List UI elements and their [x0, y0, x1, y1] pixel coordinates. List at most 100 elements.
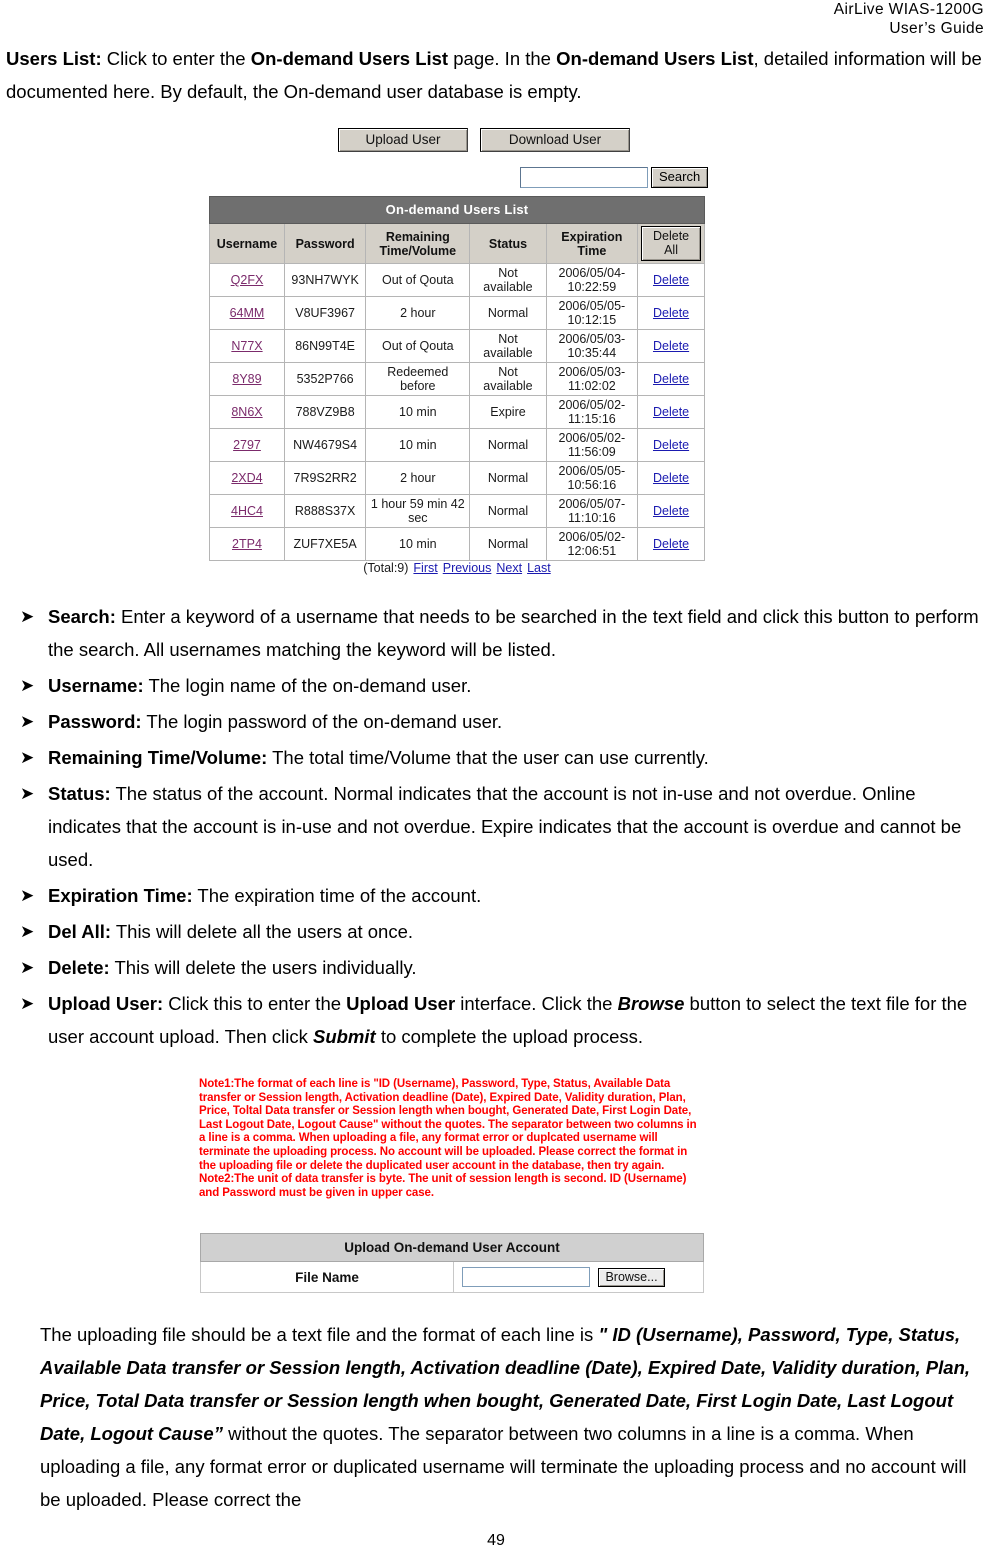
delete-link[interactable]: Delete: [653, 273, 689, 287]
feature-bullet-list: ➤ Search: Enter a keyword of a username …: [6, 600, 986, 1056]
intro-paragraph: Users List: Click to enter the On-demand…: [6, 42, 986, 108]
expiration-date: 2006/05/02-: [558, 398, 626, 412]
upload-user-screenshot: Note1:The format of each line is "ID (Us…: [0, 1078, 992, 1303]
cell-password: R888S37X: [283, 494, 367, 528]
cell-expiration-time: 2006/05/05- 10:12:15: [545, 296, 639, 330]
total-count: (Total:9): [363, 561, 409, 575]
table-row: 64MM V8UF3967 2 hour Normal 2006/05/05- 10:12…: [209, 296, 705, 330]
cell-password: 7R9S2RR2: [283, 461, 367, 495]
expiration-clock: 11:10:16: [568, 511, 616, 525]
cell-expiration-time: 2006/05/03- 10:35:44: [545, 329, 639, 363]
bullet-remaining-term: Remaining Time/Volume:: [48, 747, 268, 768]
table-title-row: On-demand Users List: [209, 196, 705, 224]
cell-status: Normal: [469, 428, 547, 462]
cell-password: V8UF3967: [283, 296, 367, 330]
cell-remaining: 10 min: [365, 395, 471, 429]
column-header-status: Status: [469, 223, 547, 264]
bullet-remaining-text: The total time/Volume that the user can …: [267, 747, 709, 768]
bullet-upload-text-2: interface. Click the: [455, 993, 618, 1014]
delete-link[interactable]: Delete: [653, 504, 689, 518]
expiration-date: 2006/05/02-: [558, 431, 626, 445]
cell-password: 86N99T4E: [283, 329, 367, 363]
delete-link[interactable]: Delete: [653, 306, 689, 320]
file-name-label: File Name: [200, 1261, 454, 1293]
column-header-password: Password: [283, 223, 367, 264]
cell-delete: Delete: [637, 263, 705, 297]
bullet-delete-term: Delete:: [48, 957, 110, 978]
bullet-search-text: Enter a keyword of a username that needs…: [48, 606, 979, 660]
username-link[interactable]: 8N6X: [231, 405, 262, 419]
bullet-upload-bold-1: Upload User: [346, 993, 456, 1014]
bullet-username-term: Username:: [48, 675, 144, 696]
bullet-delall-term: Del All:: [48, 921, 112, 942]
username-link[interactable]: 2XD4: [231, 471, 262, 485]
upload-account-panel: Upload On-demand User Account File Name …: [200, 1233, 704, 1293]
delete-all-button[interactable]: Delete All: [641, 226, 701, 261]
cell-status: Expire: [469, 395, 547, 429]
delete-link[interactable]: Delete: [653, 339, 689, 353]
upload-user-button[interactable]: Upload User: [338, 128, 468, 152]
bullet-del-all: ➤ Del All: This will delete all the user…: [6, 915, 986, 948]
file-name-row: File Name Browse...: [200, 1261, 704, 1293]
expiration-date: 2006/05/07-: [558, 497, 626, 511]
pager-last-link[interactable]: Last: [527, 561, 551, 575]
pager-next-link[interactable]: Next: [496, 561, 522, 575]
bullet-delete-text: This will delete the users individually.: [109, 957, 417, 978]
delete-link[interactable]: Delete: [653, 537, 689, 551]
bullet-search: ➤ Search: Enter a keyword of a username …: [6, 600, 986, 666]
bullet-arrow-icon: ➤: [20, 958, 35, 977]
column-header-username: Username: [209, 223, 285, 264]
cell-status: Not available: [469, 362, 547, 396]
browse-button[interactable]: Browse...: [598, 1267, 665, 1287]
intro-text-1: Click to enter the: [101, 48, 251, 69]
top-button-row: Upload User Download User: [338, 128, 630, 152]
download-user-button[interactable]: Download User: [480, 128, 630, 152]
expiration-clock: 11:02:02: [568, 379, 616, 393]
delete-link[interactable]: Delete: [653, 372, 689, 386]
pager-first-link[interactable]: First: [413, 561, 437, 575]
guide-label: User’s Guide: [889, 20, 984, 37]
bullet-username-text: The login name of the on-demand user.: [143, 675, 472, 696]
table-title: On-demand Users List: [209, 196, 705, 224]
cell-username: 4HC4: [209, 494, 285, 528]
bullet-arrow-icon: ➤: [20, 994, 35, 1013]
delete-link[interactable]: Delete: [653, 405, 689, 419]
table-row: 4HC4 R888S37X 1 hour 59 min 42 sec Normal 20…: [209, 494, 705, 528]
cell-status: Normal: [469, 296, 547, 330]
bullet-expiration-text: The expiration time of the account.: [192, 885, 482, 906]
cell-expiration-time: 2006/05/04- 10:22:59: [545, 263, 639, 297]
cell-expiration-time: 2006/05/03- 11:02:02: [545, 362, 639, 396]
search-row: Search: [520, 167, 709, 188]
cell-remaining: 2 hour: [365, 296, 471, 330]
column-header-remaining: Remaining Time/Volume: [365, 223, 471, 264]
username-link[interactable]: 8Y89: [232, 372, 261, 386]
expiration-clock: 10:22:59: [567, 280, 617, 294]
expiration-clock: 12:06:51: [567, 544, 617, 558]
file-name-input[interactable]: [462, 1267, 590, 1287]
cell-username: 2797: [209, 428, 285, 462]
search-button[interactable]: Search: [651, 167, 709, 188]
cell-expiration-time: 2006/05/02- 11:15:16: [545, 395, 639, 429]
expiration-clock: 11:56:09: [568, 445, 616, 459]
cell-delete: Delete: [637, 296, 705, 330]
username-link[interactable]: 2TP4: [232, 537, 262, 551]
cell-delete: Delete: [637, 428, 705, 462]
bullet-search-term: Search:: [48, 606, 116, 627]
cell-password: 93NH7WYK: [283, 263, 367, 297]
upload-panel-title-row: Upload On-demand User Account: [200, 1233, 704, 1262]
delete-link[interactable]: Delete: [653, 471, 689, 485]
username-link[interactable]: 64MM: [230, 306, 265, 320]
cell-remaining: Out of Qouta: [365, 329, 471, 363]
username-link[interactable]: Q2FX: [231, 273, 264, 287]
username-link[interactable]: 4HC4: [231, 504, 263, 518]
search-input[interactable]: [520, 167, 648, 188]
delete-link[interactable]: Delete: [653, 438, 689, 452]
cell-delete: Delete: [637, 527, 705, 561]
username-link[interactable]: 2797: [233, 438, 261, 452]
bullet-status-text: The status of the account. Normal indica…: [48, 783, 962, 870]
cell-expiration-time: 2006/05/07- 11:10:16: [545, 494, 639, 528]
pager-previous-link[interactable]: Previous: [443, 561, 492, 575]
intro-text-2: page. In the: [448, 48, 557, 69]
cell-username: 64MM: [209, 296, 285, 330]
username-link[interactable]: N77X: [231, 339, 262, 353]
